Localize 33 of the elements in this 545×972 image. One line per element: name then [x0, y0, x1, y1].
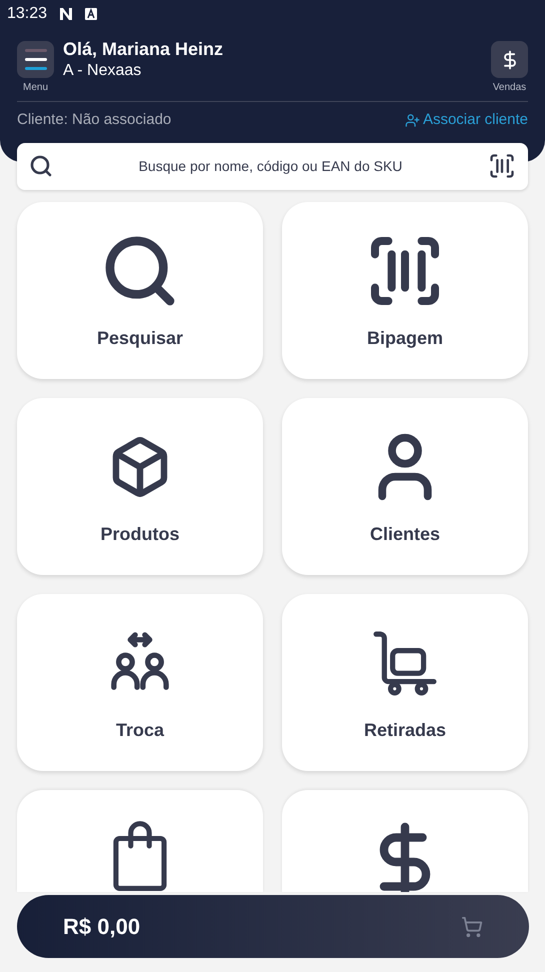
logo-icon: [59, 7, 74, 21]
tile-label: Clientes: [370, 522, 440, 546]
search-input[interactable]: Busque por nome, código ou EAN do SKU: [53, 156, 488, 176]
search-icon: [29, 154, 53, 178]
tile-label: Retiradas: [364, 718, 446, 742]
menu-tile[interactable]: Retiradas: [282, 594, 528, 770]
client-status: Cliente: Não associado: [17, 110, 172, 130]
cart-total: R$ 0,00: [63, 913, 140, 941]
menu-tile[interactable]: [282, 790, 528, 892]
tile-label: Produtos: [100, 522, 180, 546]
cart-icon: [461, 916, 483, 938]
menu-tile[interactable]: Pesquisar: [17, 202, 263, 378]
tile-label: Bipagem: [366, 326, 444, 350]
user-plus-icon: [404, 112, 420, 128]
cart-bar[interactable]: R$ 0,00: [17, 895, 529, 958]
associate-client-link[interactable]: Associar cliente: [404, 109, 528, 132]
search-field[interactable]: Busque por nome, código ou EAN do SKU: [17, 142, 528, 190]
menu-tile[interactable]: Bipagem: [282, 202, 528, 378]
menu-tile[interactable]: Troca: [17, 594, 263, 770]
store-name: A - Nexaas: [63, 61, 142, 81]
menu-tile[interactable]: Produtos: [17, 398, 263, 574]
sales-button[interactable]: [491, 41, 528, 78]
sales-label: Vendas: [492, 81, 526, 95]
status-time: 13:23: [7, 4, 48, 24]
menu-button[interactable]: [17, 41, 54, 78]
menu-tile[interactable]: [17, 790, 263, 892]
app-icon: [85, 8, 98, 20]
menu-tile[interactable]: Clientes: [282, 398, 528, 574]
tile-label: Pesquisar: [96, 326, 184, 350]
tile-label: Troca: [116, 718, 164, 742]
barcode-scan-icon[interactable]: [488, 152, 516, 180]
greeting: Olá, Mariana Heinz: [63, 39, 224, 60]
menu-label: Menu: [22, 81, 48, 95]
